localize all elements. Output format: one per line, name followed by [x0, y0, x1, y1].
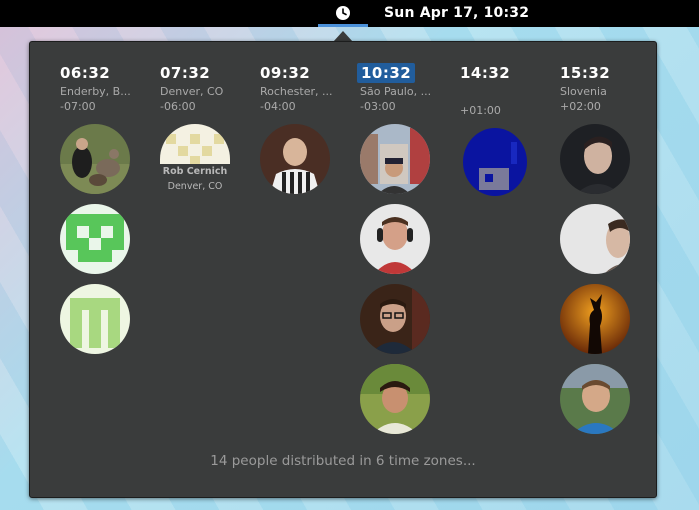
yellow-pattern-avatar[interactable] [160, 124, 230, 164]
man-portrait-photo-avatar[interactable] [560, 124, 630, 194]
person-name: Rob Cernich [162, 166, 228, 177]
zone-time: 07:32 [160, 64, 211, 82]
zone-offset: -06:00 [160, 100, 196, 113]
zone-city: Rochester, ... [260, 85, 333, 98]
zone-offset: +02:00 [560, 100, 601, 113]
zone-city: São Paulo, ... [360, 85, 432, 98]
zone-city: Slovenia [560, 85, 607, 98]
zone-offset: +01:00 [460, 104, 501, 117]
zone-offset: -07:00 [60, 100, 96, 113]
smiling-man-photo-avatar[interactable] [560, 364, 630, 434]
active-indicator [318, 24, 368, 27]
green-m-avatar[interactable] [60, 284, 130, 354]
zone-offset: -03:00 [360, 100, 396, 113]
zone-city: Denver, CO [160, 85, 224, 98]
bald-man-photo-avatar[interactable] [260, 124, 330, 194]
topbar-datetime[interactable]: Sun Apr 17, 10:32 [384, 5, 529, 21]
blue-pixel-avatar[interactable] [463, 128, 527, 196]
man-profile-photo-avatar[interactable] [560, 204, 630, 274]
zone-city: Enderby, B... [60, 85, 131, 98]
man-with-headphones-photo-avatar[interactable] [360, 204, 430, 274]
green-pattern-avatar[interactable] [60, 204, 130, 274]
zone-time: 15:32 [560, 64, 611, 82]
zone-time: 06:32 [60, 64, 111, 82]
zone-time-current: 10:32 [357, 63, 416, 83]
zone-time: 14:32 [460, 64, 511, 82]
person-city: Denver, CO [167, 181, 223, 192]
person-with-dogs-avatar[interactable] [60, 124, 130, 194]
silhouette-photo-avatar[interactable] [560, 284, 630, 354]
timezones-popover: 06:32 Enderby, B... -07:00 07:32 Denver,… [29, 41, 657, 498]
man-in-city-photo-avatar[interactable] [360, 124, 430, 194]
clock-icon[interactable] [335, 5, 351, 21]
zone-time: 09:32 [260, 64, 311, 82]
man-with-glasses-photo-avatar[interactable] [360, 284, 430, 354]
top-bar: Sun Apr 17, 10:32 [0, 0, 699, 27]
man-outdoors-photo-avatar[interactable] [360, 364, 430, 434]
zone-offset: -04:00 [260, 100, 296, 113]
people-summary[interactable]: 14 people distributed in 6 time zones... [30, 453, 656, 469]
